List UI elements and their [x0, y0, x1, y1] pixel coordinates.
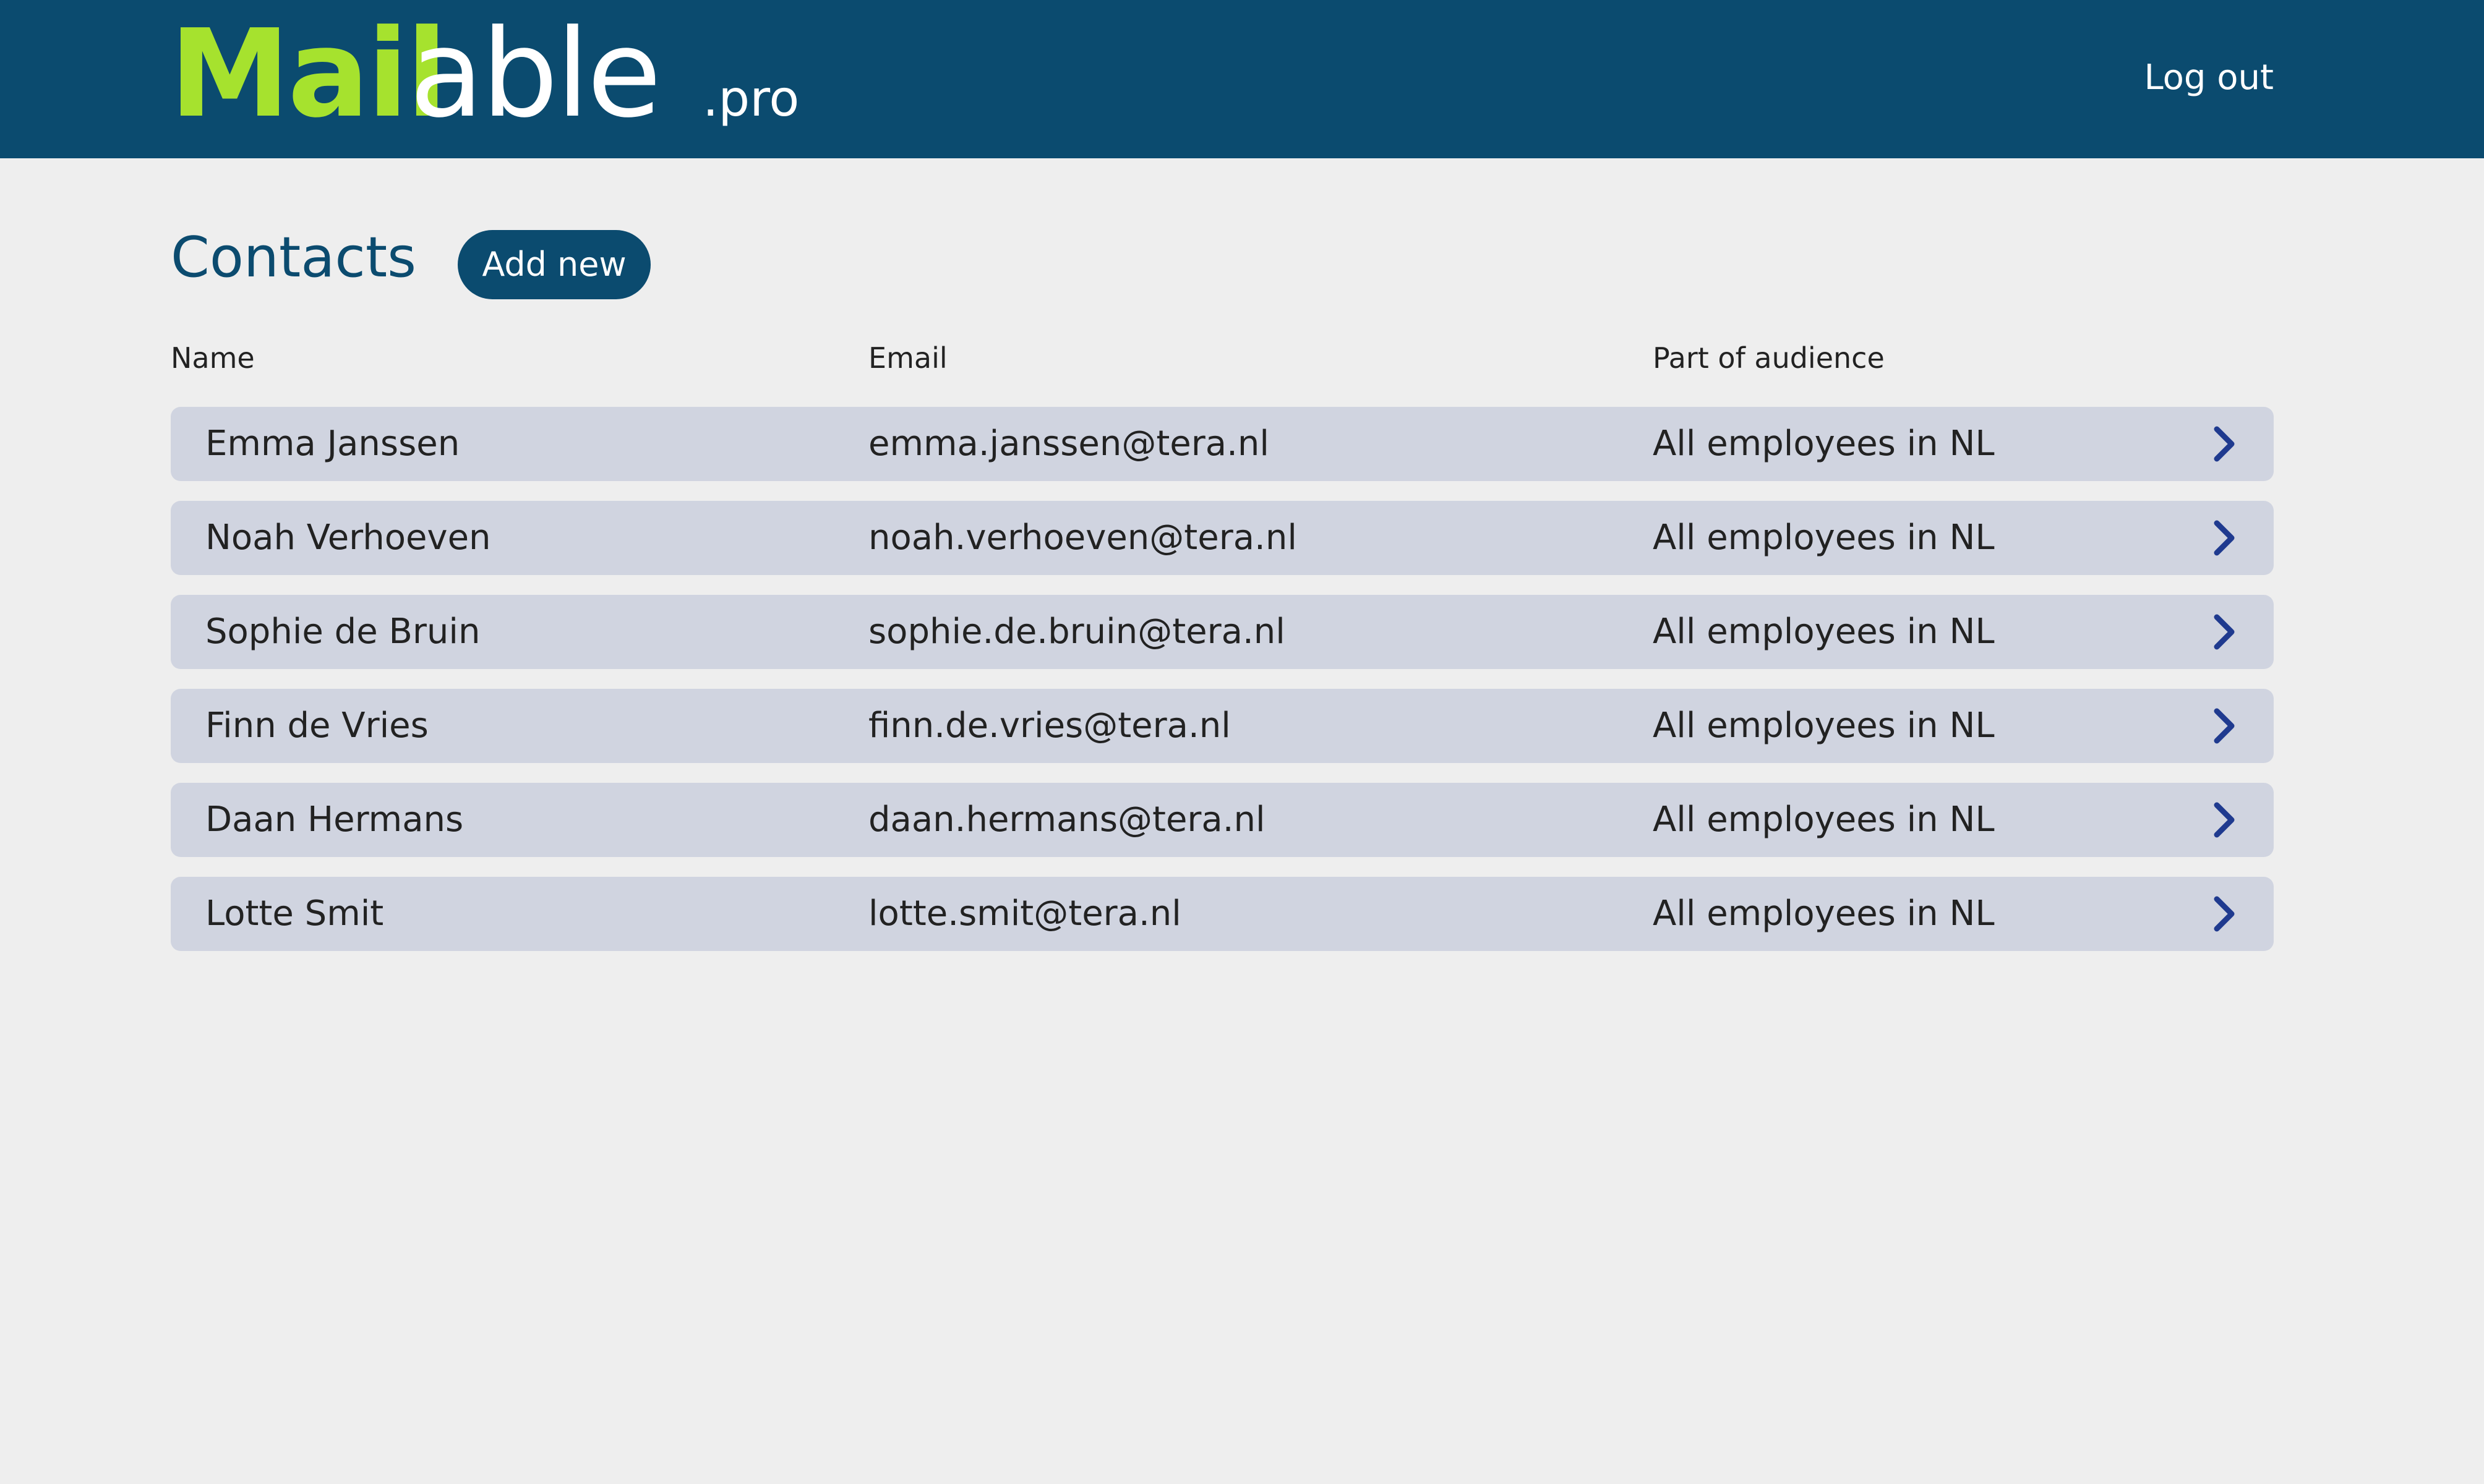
- logo-text-bold: Mail: [169, 4, 448, 145]
- contact-email: daan.hermans@tera.nl: [868, 800, 1266, 840]
- chevron-right-icon[interactable]: [2206, 425, 2243, 463]
- column-header-audience: Part of audience: [1653, 341, 1885, 375]
- top-bar: Mail able .pro Log out: [0, 0, 2484, 158]
- contact-audience: All employees in NL: [1653, 893, 1995, 934]
- contact-name: Daan Hermans: [205, 800, 464, 840]
- contact-row[interactable]: Lotte Smit lotte.smit@tera.nl All employ…: [171, 877, 2274, 951]
- contact-row[interactable]: Sophie de Bruin sophie.de.bruin@tera.nl …: [171, 595, 2274, 669]
- contact-row[interactable]: Daan Hermans daan.hermans@tera.nl All em…: [171, 783, 2274, 857]
- chevron-right-icon[interactable]: [2206, 613, 2243, 650]
- contact-email: lotte.smit@tera.nl: [868, 893, 1181, 934]
- contact-row[interactable]: Emma Janssen emma.janssen@tera.nl All em…: [171, 407, 2274, 481]
- column-header-name: Name: [171, 341, 255, 375]
- page-title: Contacts: [171, 225, 417, 290]
- contact-email: finn.de.vries@tera.nl: [868, 706, 1231, 746]
- contact-name: Sophie de Bruin: [205, 612, 481, 652]
- contact-name: Emma Janssen: [205, 424, 460, 464]
- contact-email: emma.janssen@tera.nl: [868, 424, 1269, 464]
- contact-row[interactable]: Noah Verhoeven noah.verhoeven@tera.nl Al…: [171, 501, 2274, 575]
- chevron-right-icon[interactable]: [2206, 707, 2243, 744]
- contact-email: sophie.de.bruin@tera.nl: [868, 612, 1285, 652]
- contact-name: Noah Verhoeven: [205, 518, 491, 558]
- chevron-right-icon[interactable]: [2206, 895, 2243, 932]
- logo-text-suffix: .pro: [703, 70, 800, 127]
- contact-audience: All employees in NL: [1653, 612, 1995, 652]
- contacts-list: Emma Janssen emma.janssen@tera.nl All em…: [171, 407, 2274, 971]
- logo-text-light: able: [409, 4, 662, 145]
- contact-audience: All employees in NL: [1653, 706, 1995, 746]
- chevron-right-icon[interactable]: [2206, 801, 2243, 838]
- contact-row[interactable]: Finn de Vries finn.de.vries@tera.nl All …: [171, 689, 2274, 763]
- contact-audience: All employees in NL: [1653, 518, 1995, 558]
- logout-link[interactable]: Log out: [2144, 61, 2274, 95]
- contact-name: Finn de Vries: [205, 706, 429, 746]
- contact-audience: All employees in NL: [1653, 424, 1995, 464]
- contact-email: noah.verhoeven@tera.nl: [868, 518, 1297, 558]
- chevron-right-icon[interactable]: [2206, 519, 2243, 556]
- column-header-email: Email: [868, 341, 948, 375]
- contact-audience: All employees in NL: [1653, 800, 1995, 840]
- contact-name: Lotte Smit: [205, 893, 384, 934]
- add-new-button[interactable]: Add new: [458, 230, 651, 299]
